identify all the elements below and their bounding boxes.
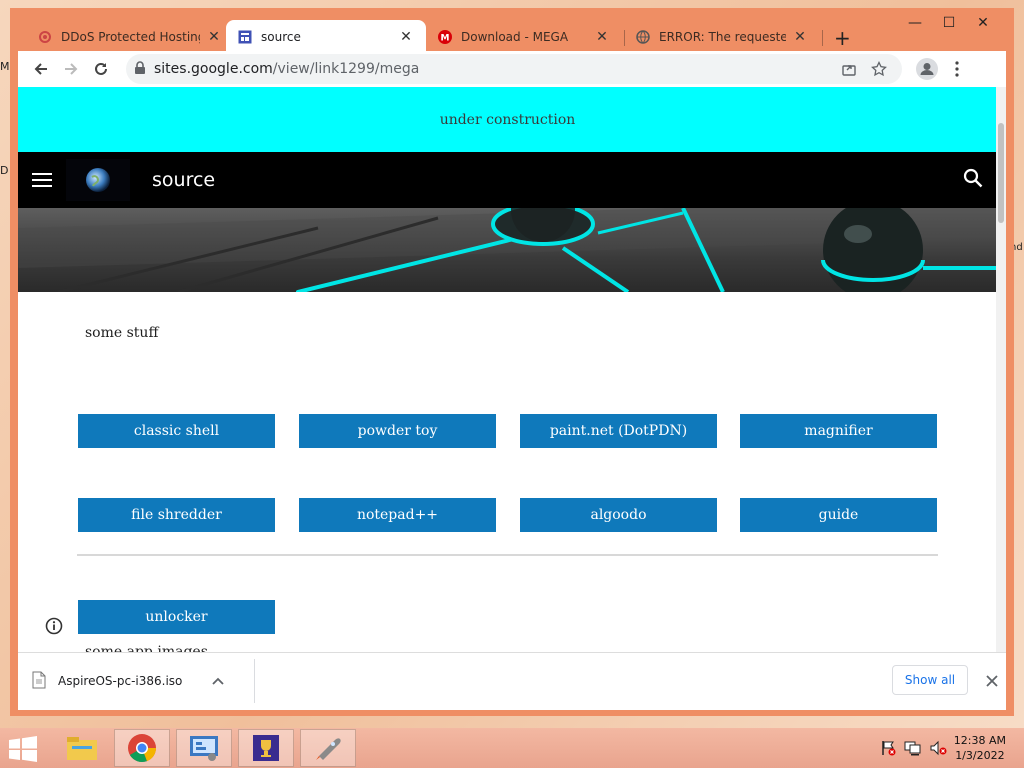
tab-error[interactable]: ERROR: The requested URL ✕ (624, 20, 820, 54)
tab-ddos[interactable]: DDoS Protected Hosting ✕ (26, 20, 234, 54)
notepad-plus-plus-button[interactable]: notepad++ (299, 498, 496, 532)
ddos-icon (38, 30, 52, 44)
close-icon[interactable] (986, 672, 998, 691)
clock-time: 12:38 AM (953, 734, 1006, 747)
profile-avatar-icon[interactable] (912, 54, 942, 84)
download-separator (254, 659, 255, 703)
page-scrollbar[interactable] (996, 87, 1006, 652)
rocket-icon[interactable] (300, 729, 356, 767)
address-bar[interactable]: sites.google.com/view/link1299/mega (126, 54, 902, 84)
download-file-name: AspireOS-pc-i386.iso (58, 674, 183, 688)
file-shredder-button[interactable]: file shredder (78, 498, 275, 532)
section-heading: some stuff (85, 325, 159, 341)
mega-icon: M (438, 30, 452, 44)
desktop-edge-label: M (0, 60, 10, 73)
bookmark-star-icon[interactable] (864, 61, 894, 77)
control-panel-icon[interactable] (176, 729, 232, 767)
close-tab-icon[interactable]: ✕ (206, 29, 222, 45)
volume-muted-icon[interactable] (930, 740, 948, 759)
forward-icon[interactable] (56, 54, 86, 84)
info-icon[interactable] (45, 617, 63, 638)
section-heading: some app images (85, 644, 208, 652)
site-header: source (18, 152, 997, 208)
show-all-button[interactable]: Show all (892, 665, 968, 695)
algoodo-button[interactable]: algoodo (520, 498, 717, 532)
trophy-icon[interactable] (238, 729, 294, 767)
action-center-flag-icon[interactable] (880, 740, 896, 759)
close-tab-icon[interactable]: ✕ (594, 29, 610, 45)
reload-icon[interactable] (86, 54, 116, 84)
globe-icon (636, 30, 650, 44)
chevron-up-icon[interactable] (212, 674, 225, 688)
tab-mega[interactable]: M Download - MEGA ✕ (426, 20, 622, 54)
google-sites-icon (238, 30, 252, 44)
chrome-icon[interactable] (114, 729, 170, 767)
search-icon[interactable] (963, 168, 983, 191)
paint-net-button[interactable]: paint.net (DotPDN) (520, 414, 717, 448)
file-icon (32, 671, 46, 692)
close-window-button[interactable]: ✕ (966, 12, 1000, 34)
site-logo[interactable] (66, 159, 130, 201)
download-item[interactable]: AspireOS-pc-i386.iso (32, 663, 225, 699)
tab-title: Download - MEGA (461, 30, 569, 44)
tab-separator (822, 30, 823, 46)
tab-title: DDoS Protected Hosting (61, 30, 200, 44)
download-shelf: AspireOS-pc-i386.iso Show all (18, 652, 1006, 710)
divider (77, 554, 938, 556)
page-content: under construction source some stuff cla… (18, 87, 1006, 652)
svg-text:M: M (441, 34, 450, 44)
guide-button[interactable]: guide (740, 498, 937, 532)
url-host: sites.google.com (154, 61, 273, 77)
site-title[interactable]: source (152, 169, 215, 191)
magnifier-button[interactable]: magnifier (740, 414, 937, 448)
url-path: /view/link1299/mega (272, 61, 420, 77)
share-icon[interactable] (834, 61, 864, 77)
back-icon[interactable] (26, 54, 56, 84)
clock-date: 1/3/2022 (955, 749, 1005, 762)
network-icon[interactable] (904, 740, 922, 759)
unlocker-button[interactable]: unlocker (78, 600, 275, 634)
windows-start-icon[interactable] (8, 736, 38, 765)
taskbar-clock[interactable]: 12:38 AM 1/3/2022 (954, 733, 1006, 763)
lock-icon[interactable] (134, 60, 146, 78)
scrollbar-thumb[interactable] (998, 123, 1004, 223)
close-tab-icon[interactable]: ✕ (792, 29, 808, 45)
classic-shell-button[interactable]: classic shell (78, 414, 275, 448)
powder-toy-button[interactable]: powder toy (299, 414, 496, 448)
browser-toolbar: sites.google.com/view/link1299/mega (18, 51, 1006, 87)
tab-source[interactable]: source ✕ (226, 20, 426, 54)
desktop-edge-label: D (0, 164, 9, 177)
tab-title: ERROR: The requested URL (659, 30, 786, 44)
tab-title: source (261, 30, 301, 44)
url-text: sites.google.com/view/link1299/mega (154, 61, 834, 77)
system-tray (880, 740, 948, 759)
taskbar: 12:38 AM 1/3/2022 (0, 728, 1024, 768)
new-tab-button[interactable]: + (834, 26, 851, 50)
tab-strip: DDoS Protected Hosting ✕ source ✕ M Down… (26, 18, 954, 54)
announcement-banner: under construction (18, 87, 997, 152)
browser-window: — ☐ ✕ DDoS Protected Hosting ✕ source ✕ … (10, 8, 1014, 716)
close-tab-icon[interactable]: ✕ (398, 29, 414, 45)
menu-kebab-icon[interactable] (942, 54, 972, 84)
file-explorer-icon[interactable] (54, 729, 110, 767)
header-image (18, 208, 997, 292)
hamburger-menu-icon[interactable] (32, 169, 52, 191)
